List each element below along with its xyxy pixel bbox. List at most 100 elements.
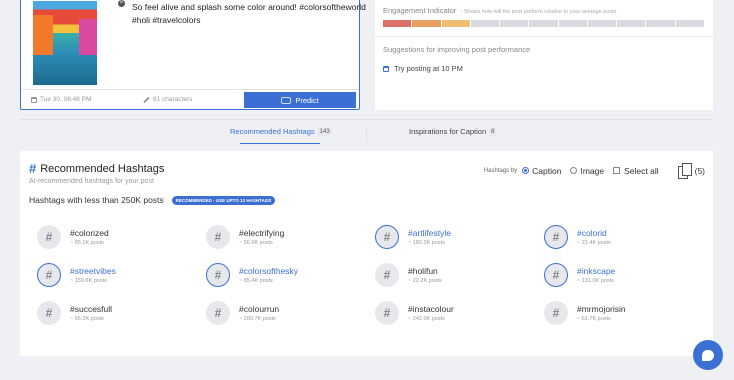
tab-separator — [366, 126, 367, 142]
hashtag-text: #mrmojorisin ~ 61.7K posts — [577, 304, 626, 323]
hashtag-item[interactable]: # #succesfull ~ 56.3K posts — [37, 298, 187, 328]
hashtag-item[interactable]: # #mrmojorisin ~ 61.7K posts — [544, 298, 694, 328]
range-title: Hashtags with less than 250K posts RECOM… — [29, 195, 276, 205]
hashtag-name: #colorized — [70, 227, 109, 238]
panel-title-label: Recommended Hashtags — [40, 162, 165, 175]
hashtag-name: #inkscape — [577, 265, 616, 276]
hashtag-name: #artlifestyle — [408, 227, 451, 238]
hashtag-post-count: ~ 159.6K posts — [70, 277, 107, 284]
character-count-label: 81 characters — [153, 96, 193, 103]
suggestion-item: Try posting at 10 PM — [383, 64, 463, 73]
active-tab-indicator — [240, 143, 320, 144]
hashtag-icon: # — [375, 263, 399, 287]
engagement-indicator-title: Engagement Indicator - Shows how will th… — [383, 6, 616, 15]
recommended-hashtags-panel: # Recommended Hashtags AI-recommended ha… — [20, 151, 713, 356]
hashtag-text: #inkscape ~ 131.0K posts — [577, 266, 615, 285]
hashtag-item[interactable]: # #streetvibes ~ 159.6K posts — [37, 260, 187, 290]
hashtag-text: #colorsofthesky ~ 85.4K posts — [239, 266, 298, 285]
hashtag-name: #colorsofthesky — [239, 265, 299, 276]
remove-image-icon[interactable]: × — [118, 0, 125, 7]
hashtag-item[interactable]: # #electrifying ~ 56.9K posts — [206, 222, 356, 252]
select-all-checkbox[interactable]: Select all — [613, 166, 659, 176]
hashtag-text: #instacolour ~ 242.0K posts — [408, 304, 454, 323]
engagement-bar-segment — [529, 20, 558, 27]
suggestion-label: Try posting at 10 PM — [394, 64, 463, 73]
schedule-date[interactable]: Tue 30, 06:46 PM — [31, 96, 91, 103]
calendar-icon — [383, 65, 389, 72]
divider — [375, 36, 713, 37]
hashtag-name: #succesfull — [70, 303, 113, 314]
engagement-bar-segment — [617, 20, 646, 27]
suggestions-title: Suggestions for improving post performan… — [383, 45, 531, 54]
pencil-icon — [143, 96, 150, 103]
hashtag-post-count: ~ 56.3K posts — [70, 315, 104, 322]
hashtag-text: #artlifestyle ~ 182.3K posts — [408, 228, 451, 247]
tab-inspirations-for-caption[interactable]: Inspirations for Caption 8 — [409, 127, 497, 136]
select-all-label: Select all — [624, 165, 659, 176]
tab-recommended-hashtags[interactable]: Recommended Hashtags 143 — [230, 127, 332, 136]
divider — [20, 119, 713, 120]
hashtag-icon: # — [375, 301, 399, 325]
hashtag-text: #colorized ~ 85.1K posts — [70, 228, 109, 247]
hashtag-icon: # — [37, 263, 61, 287]
post-image — [33, 1, 97, 85]
panel-title: # Recommended Hashtags — [29, 161, 164, 176]
hashtag-item[interactable]: # #colourrun ~ 200.7K posts — [206, 298, 356, 328]
hashtag-item[interactable]: # #colorized ~ 85.1K posts — [37, 222, 187, 252]
hashtag-item[interactable]: # #artlifestyle ~ 182.3K posts — [375, 222, 525, 252]
hashtag-name: #instacolour — [408, 303, 454, 314]
engagement-bar-segment — [587, 20, 617, 27]
engagement-bar-segment — [383, 20, 412, 27]
engagement-bar-segment — [441, 20, 470, 27]
hashtag-icon: # — [544, 301, 568, 325]
caption-radio[interactable]: Caption — [522, 166, 561, 176]
calendar-icon — [31, 96, 37, 103]
hashtag-name: #colourrun — [239, 303, 280, 314]
hashtag-text: #succesfull ~ 56.3K posts — [70, 304, 112, 323]
hashtag-text: #colorid ~ 21.4K posts — [577, 228, 611, 247]
hashtag-item[interactable]: # #colorsofthesky ~ 85.4K posts — [206, 260, 356, 290]
image-radio[interactable]: Image — [570, 166, 604, 176]
hashtag-filters: Hashtags by Caption Image Select all (5) — [484, 163, 705, 179]
tab-count-badge: 8 — [489, 127, 497, 136]
hashtag-name: #holifun — [408, 265, 438, 276]
predict-label: Predict — [295, 95, 319, 105]
hashtag-name: #colorid — [577, 227, 607, 238]
hashtag-item[interactable]: # #instacolour ~ 242.0K posts — [375, 298, 525, 328]
engagement-bar-segment — [470, 20, 500, 27]
hashtag-item[interactable]: # #holifun ~ 22.2K posts — [375, 260, 525, 290]
hashtag-icon: # — [206, 263, 230, 287]
hashtag-name: #mrmojorisin — [577, 303, 626, 314]
caption-option-label: Caption — [532, 165, 562, 176]
chat-button[interactable] — [693, 340, 723, 370]
image-option-label: Image — [580, 165, 605, 176]
caption-text[interactable]: So feel alive and splash some color arou… — [132, 1, 368, 27]
character-count: 81 characters — [143, 96, 192, 103]
engagement-bar-segment — [500, 20, 529, 27]
engagement-indicator-sub: - Shows how will the post perform relati… — [460, 9, 617, 15]
recommended-badge: RECOMMENDED - USE UPTO 12 HASHTAGS — [171, 195, 276, 205]
copy-icon[interactable] — [677, 163, 692, 179]
hashtag-post-count: ~ 200.7K posts — [239, 315, 276, 322]
hashtag-icon: # — [37, 301, 61, 325]
hashtag-icon: # — [206, 301, 230, 325]
engagement-bar-segment — [412, 20, 441, 27]
hashtag-icon: # — [37, 225, 61, 249]
predict-button[interactable]: Predict — [244, 92, 356, 108]
hashtag-icon: # — [544, 225, 568, 249]
hashtag-post-count: ~ 61.7K posts — [577, 315, 611, 322]
tab-label: Inspirations for Caption — [409, 127, 487, 136]
hashtag-post-count: ~ 85.4K posts — [239, 277, 273, 284]
engagement-bar-segment — [646, 20, 675, 27]
checkbox-icon — [613, 167, 621, 174]
hashtag-item[interactable]: # #inkscape ~ 131.0K posts — [544, 260, 694, 290]
engagement-bar-segment — [675, 20, 704, 27]
hashtag-item[interactable]: # #colorid ~ 21.4K posts — [544, 222, 694, 252]
hashtag-post-count: ~ 21.4K posts — [577, 239, 611, 246]
radio-selected-icon — [522, 167, 530, 174]
engagement-bar — [383, 20, 704, 27]
hashtag-post-count: ~ 131.0K posts — [577, 277, 614, 284]
range-title-label: Hashtags with less than 250K posts — [29, 195, 164, 205]
hashtag-icon: # — [375, 225, 399, 249]
hashtag-post-count: ~ 182.3K posts — [408, 239, 445, 246]
